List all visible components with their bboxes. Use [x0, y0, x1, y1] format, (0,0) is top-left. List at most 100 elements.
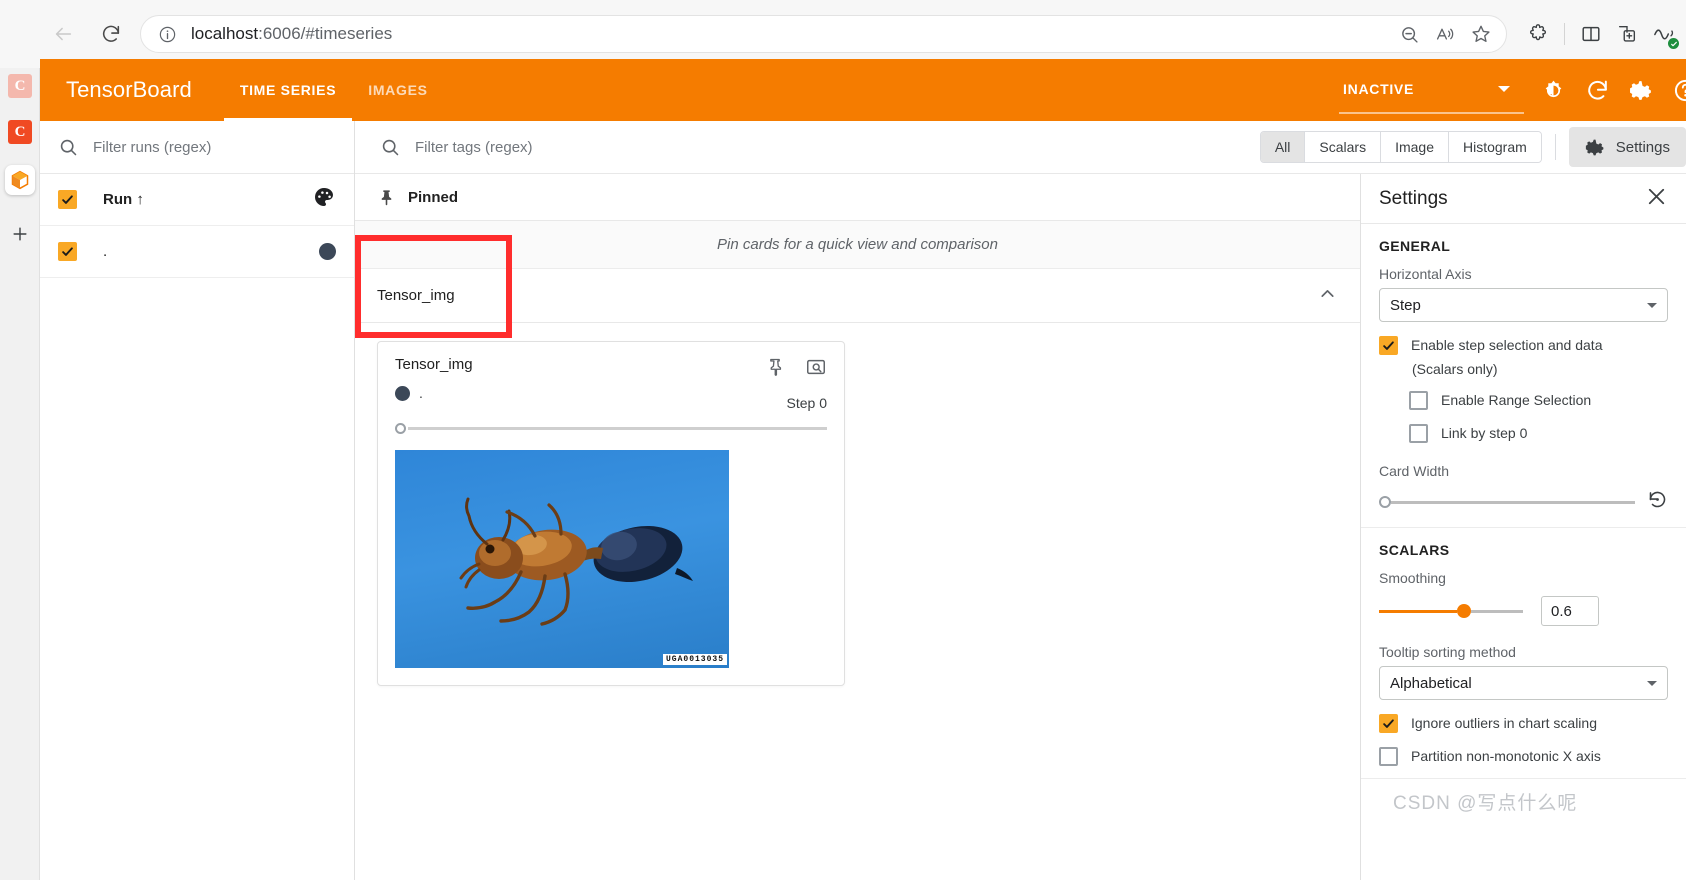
favicon-c-inactive: C: [8, 74, 32, 98]
settings-title: Settings: [1379, 187, 1448, 209]
tab-time-series[interactable]: TIME SERIES: [223, 59, 353, 121]
extensions-icon[interactable]: [1521, 17, 1555, 51]
card-run-name: .: [419, 385, 423, 401]
url-path: :6006/#timeseries: [258, 24, 393, 43]
settings-gear-icon[interactable]: [1626, 75, 1656, 105]
runs-filter-row[interactable]: Filter runs (regex): [40, 121, 354, 174]
filter-all[interactable]: All: [1260, 132, 1306, 162]
read-aloud-icon[interactable]: [1428, 17, 1462, 51]
horizontal-axis-value: Step: [1390, 296, 1421, 314]
scalars-heading: SCALARS: [1379, 542, 1450, 558]
ignore-outliers-checkbox[interactable]: [1379, 714, 1398, 733]
runs-column-header[interactable]: Run: [103, 191, 132, 208]
pinned-empty-message: Pin cards for a quick view and compariso…: [355, 221, 1360, 269]
cube-icon: [11, 170, 29, 190]
filter-scalars[interactable]: Scalars: [1305, 132, 1382, 162]
pin-icon[interactable]: [765, 357, 785, 382]
close-icon[interactable]: [1645, 185, 1668, 213]
dashboard-content: Pinned Pin cards for a quick view and co…: [355, 174, 1360, 880]
add-to-collections-icon[interactable]: [1610, 17, 1644, 51]
runs-filter-placeholder: Filter runs (regex): [93, 138, 212, 156]
horizontal-axis-select[interactable]: Step: [1379, 288, 1668, 322]
smoothing-slider-handle[interactable]: [1457, 604, 1471, 618]
help-circle-icon[interactable]: [1670, 75, 1686, 105]
smoothing-slider-row[interactable]: 0.6: [1379, 596, 1668, 626]
tag-group-header[interactable]: Tensor_img: [355, 269, 1360, 323]
run-color-dot: [395, 385, 410, 401]
general-heading: GENERAL: [1379, 238, 1451, 254]
site-info-icon[interactable]: [155, 22, 179, 46]
card-grid: Tensor_img . Step 0 UGA0013035: [355, 323, 1360, 686]
status-label: INACTIVE: [1343, 81, 1414, 97]
tab-images[interactable]: IMAGES: [352, 59, 443, 121]
link-by-step-row[interactable]: Link by step 0: [1409, 424, 1668, 443]
run-name: .: [103, 243, 108, 260]
tooltip-sorting-select[interactable]: Alphabetical: [1379, 666, 1668, 700]
chevron-down-icon: [1647, 302, 1657, 308]
color-palette-icon[interactable]: [312, 185, 336, 214]
step-slider-handle[interactable]: [395, 423, 406, 434]
scalars-only-note: (Scalars only): [1412, 361, 1498, 377]
tooltip-sorting-label: Tooltip sorting method: [1379, 644, 1516, 660]
settings-button-label: Settings: [1615, 138, 1670, 156]
back-arrow-icon[interactable]: [46, 17, 80, 51]
tensorboard-favicon: [5, 165, 35, 195]
run-checkbox[interactable]: [58, 242, 77, 261]
link-by-step-checkbox[interactable]: [1409, 424, 1428, 443]
enable-step-selection-row[interactable]: Enable step selection and data: [1379, 336, 1668, 355]
partition-non-monotonic-label: Partition non-monotonic X axis: [1411, 748, 1601, 764]
chevron-up-icon[interactable]: [1317, 283, 1338, 309]
tensor-image[interactable]: UGA0013035: [395, 450, 729, 668]
new-tab-button[interactable]: [0, 214, 40, 254]
sidebar-item-tensorboard[interactable]: [0, 160, 40, 200]
brightness-icon[interactable]: [1538, 75, 1568, 105]
card-width-label: Card Width: [1379, 463, 1450, 479]
smoothing-value-input[interactable]: 0.6: [1541, 596, 1599, 626]
enable-range-selection-label: Enable Range Selection: [1441, 392, 1592, 408]
tag-group-label: Tensor_img: [377, 287, 455, 304]
horizontal-axis-label: Horizontal Axis: [1379, 266, 1472, 282]
image-source-watermark: UGA0013035: [662, 654, 727, 665]
enable-range-selection-row[interactable]: Enable Range Selection: [1409, 391, 1668, 410]
smoothing-slider-filled[interactable]: [1379, 609, 1457, 613]
filter-image[interactable]: Image: [1381, 132, 1449, 162]
card-width-slider-track[interactable]: [1391, 500, 1635, 504]
zoom-out-icon[interactable]: [1392, 17, 1426, 51]
reset-icon[interactable]: [1647, 489, 1668, 515]
partition-non-monotonic-checkbox[interactable]: [1379, 747, 1398, 766]
step-slider-track[interactable]: [408, 427, 827, 430]
partition-non-monotonic-row[interactable]: Partition non-monotonic X axis: [1379, 747, 1668, 766]
reload-status-dropdown[interactable]: INACTIVE: [1339, 66, 1524, 114]
ant-illustration: [459, 497, 693, 626]
pin-icon: [381, 189, 392, 205]
health-badge: [1668, 38, 1679, 49]
step-slider[interactable]: [395, 423, 827, 434]
filter-histogram[interactable]: Histogram: [1449, 132, 1541, 162]
enable-range-selection-checkbox[interactable]: [1409, 391, 1428, 410]
tab-favicon-c1[interactable]: C: [0, 66, 40, 106]
split-screen-icon[interactable]: [1574, 17, 1608, 51]
card-width-slider-handle[interactable]: [1379, 496, 1391, 508]
ignore-outliers-row[interactable]: Ignore outliers in chart scaling: [1379, 714, 1668, 733]
reload-icon[interactable]: [94, 17, 128, 51]
refresh-icon[interactable]: [1582, 75, 1612, 105]
tags-filter-placeholder[interactable]: Filter tags (regex): [415, 139, 533, 156]
address-bar[interactable]: localhost:6006/#timeseries: [140, 15, 1507, 53]
enable-step-selection-checkbox[interactable]: [1379, 336, 1398, 355]
tab-favicon-c2[interactable]: C: [0, 112, 40, 152]
card-width-slider[interactable]: [1379, 489, 1668, 515]
sort-ascending-icon[interactable]: ↑: [136, 191, 144, 208]
run-list-item[interactable]: .: [40, 226, 354, 278]
tag-filter-bar: Filter tags (regex) All Scalars Image Hi…: [355, 121, 1686, 174]
browser-essentials-icon[interactable]: [1646, 17, 1680, 51]
runs-table-header: Run ↑: [40, 174, 354, 226]
tensorboard-logo[interactable]: TensorBoard: [66, 77, 192, 103]
run-color-swatch[interactable]: [319, 243, 336, 260]
chevron-down-icon: [1498, 86, 1510, 92]
favorite-star-icon[interactable]: [1464, 17, 1498, 51]
select-all-runs-checkbox[interactable]: [58, 190, 77, 209]
pinned-group-header[interactable]: Pinned: [355, 174, 1360, 221]
image-fullscreen-icon[interactable]: [805, 356, 827, 383]
settings-toggle-button[interactable]: Settings: [1568, 127, 1686, 167]
smoothing-slider-track[interactable]: [1471, 609, 1523, 613]
